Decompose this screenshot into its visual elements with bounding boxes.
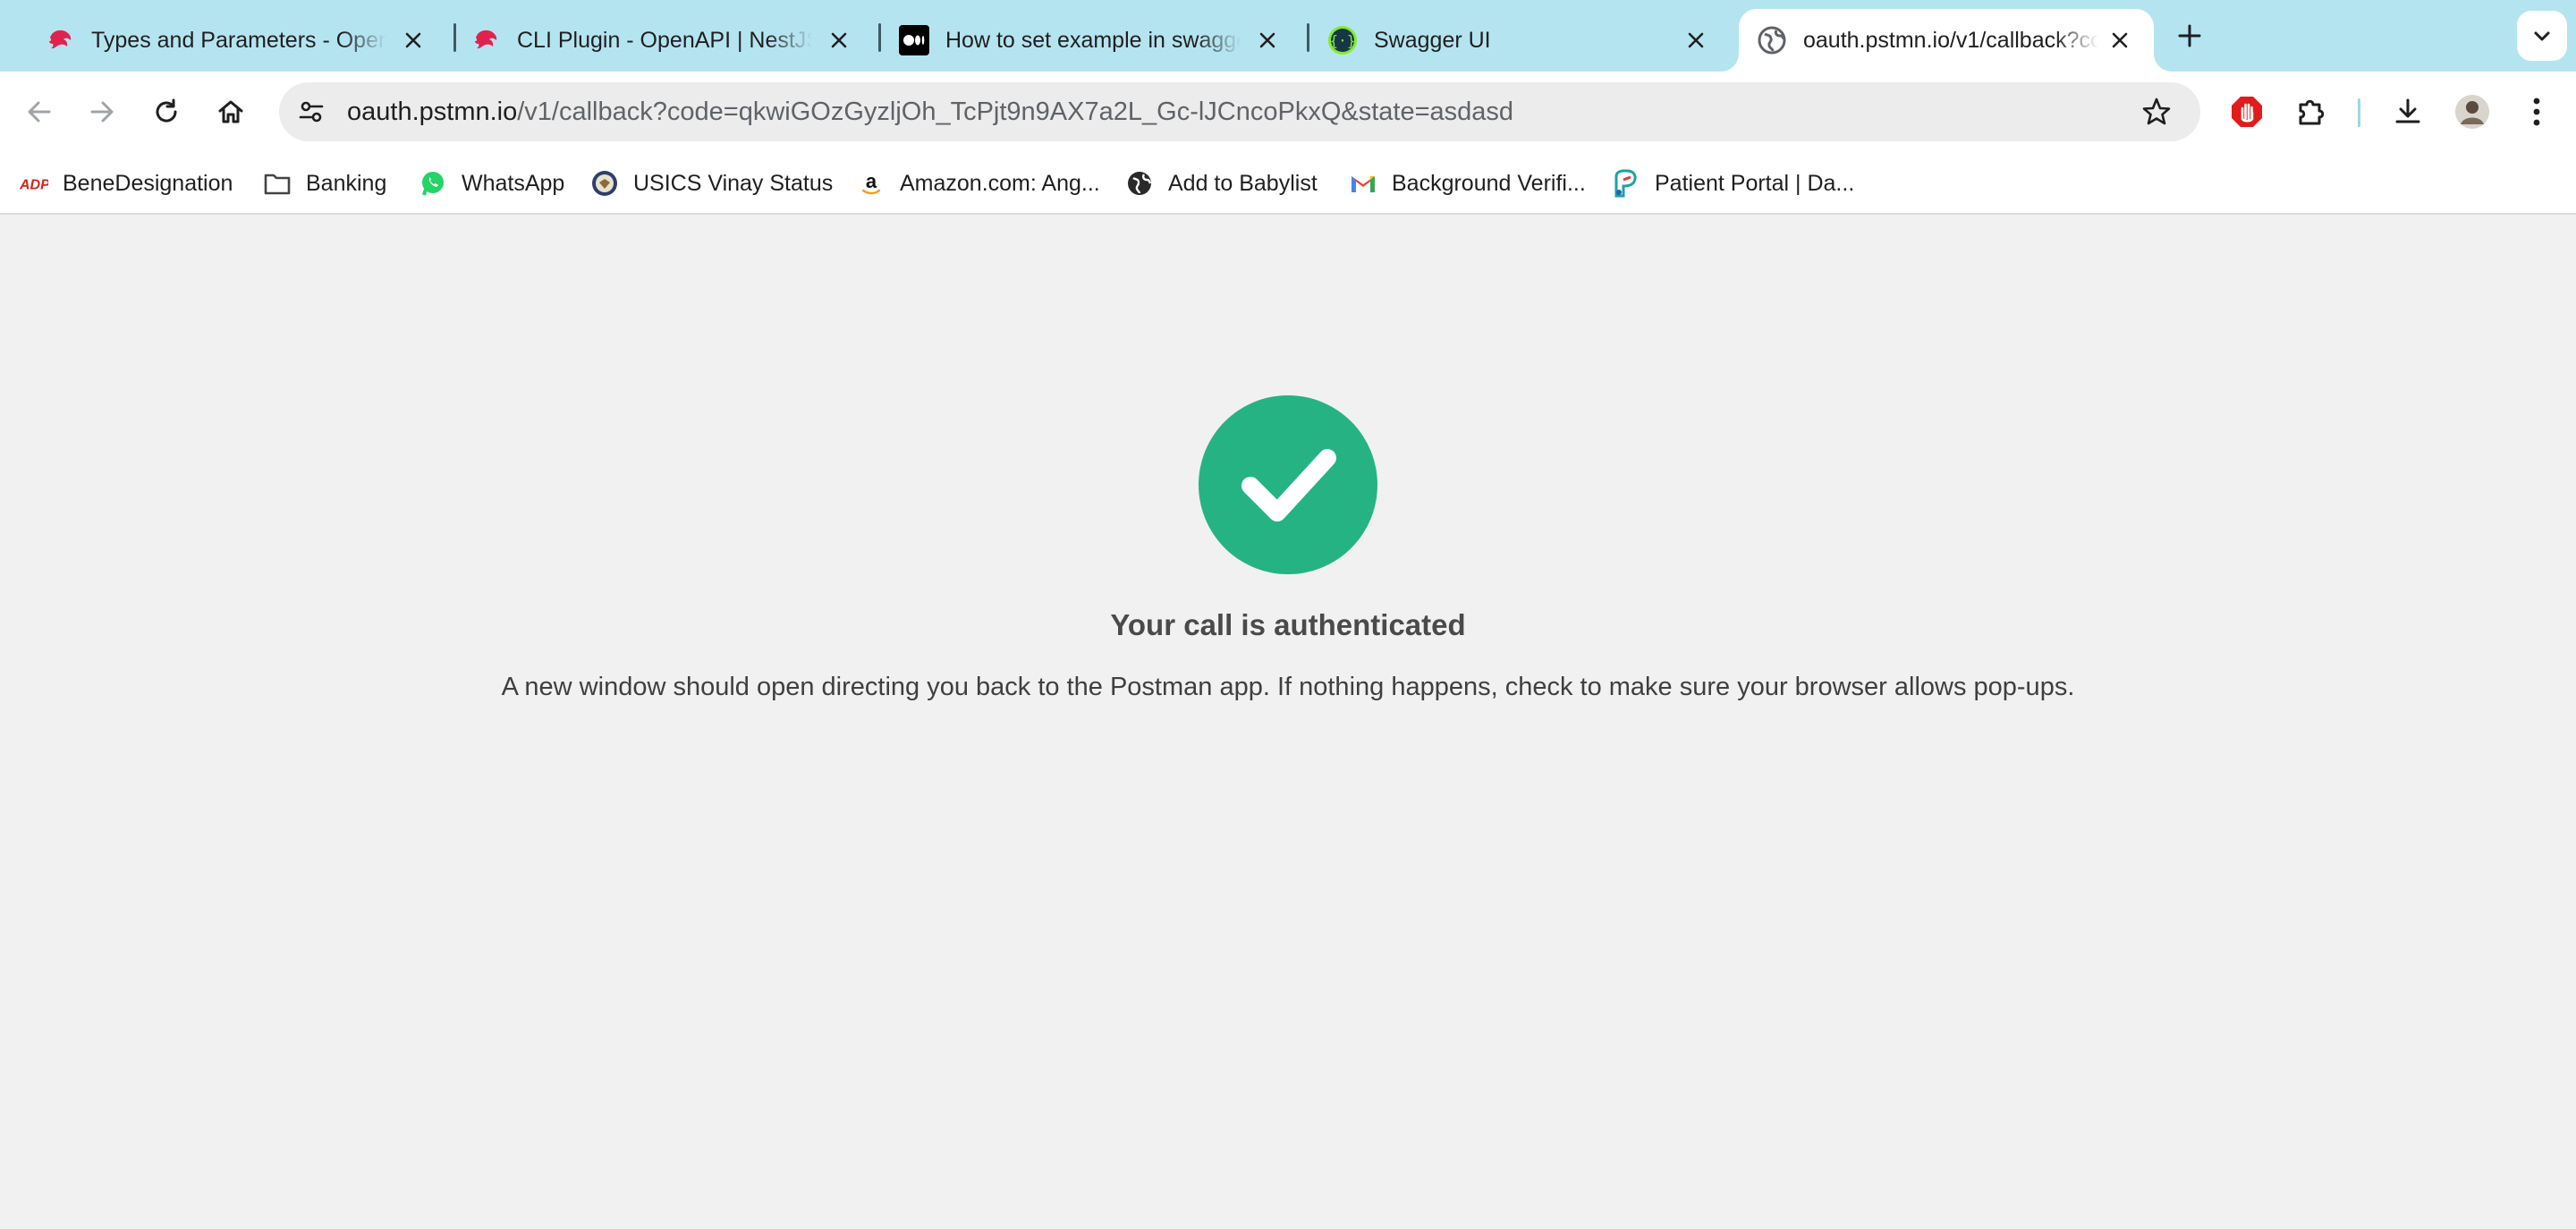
amazon-icon: a — [857, 169, 886, 198]
reload-button[interactable] — [143, 89, 190, 135]
whatsapp-icon — [419, 169, 447, 198]
seal-icon — [590, 169, 619, 198]
extensions-button[interactable] — [2288, 89, 2334, 135]
tab-title: How to set example in swagger — [945, 27, 1241, 53]
tab-swagger-example[interactable]: How to set example in swagger — [881, 9, 1301, 72]
bookmark-label: Banking — [306, 170, 387, 196]
bookmark-label: Patient Portal | Da... — [1655, 170, 1855, 196]
gmail-icon — [1349, 169, 1377, 198]
close-icon[interactable] — [399, 26, 428, 55]
close-icon[interactable] — [825, 26, 853, 55]
bookmark-babylist[interactable]: Add to Babylist — [1125, 167, 1318, 199]
browser-toolbar: oauth.pstmn.io/v1/callback?code=qkwiGOzG… — [0, 72, 2576, 152]
close-icon[interactable] — [1253, 26, 1282, 55]
svg-text:a: a — [866, 170, 877, 192]
reload-icon — [156, 98, 177, 123]
browser-menu-button[interactable] — [2513, 89, 2560, 135]
download-icon — [2395, 98, 2420, 123]
medium-icon — [899, 25, 929, 55]
url-text[interactable]: oauth.pstmn.io/v1/callback?code=qkwiGOzG… — [347, 97, 1513, 127]
nestjs-icon — [45, 25, 75, 55]
home-button[interactable] — [208, 89, 254, 135]
forward-button[interactable] — [79, 89, 125, 135]
bookmark-label: Background Verifi... — [1392, 170, 1586, 196]
tab-title: Types and Parameters - OpenAPI | NestJS — [91, 27, 386, 53]
downloads-button[interactable] — [2385, 89, 2431, 135]
page-title: Your call is authenticated — [1110, 608, 1466, 641]
adblock-extension-button[interactable] — [2224, 89, 2270, 135]
kebab-menu-icon — [2533, 97, 2540, 126]
url-host: oauth.pstmn.io — [347, 97, 518, 126]
tab-strip: Types and Parameters - OpenAPI | NestJS … — [0, 0, 2576, 72]
globe-icon — [1757, 25, 1787, 55]
svg-text:{·}: {·} — [1330, 32, 1356, 49]
puzzle-icon — [2299, 99, 2325, 125]
arrow-left-icon — [28, 101, 51, 123]
adp-icon: ADP — [20, 169, 48, 198]
bookmark-label: Amazon.com: Ang... — [900, 170, 1100, 196]
chevron-down-icon — [2534, 31, 2550, 41]
toolbar-divider — [2358, 98, 2360, 127]
arrow-right-icon — [90, 101, 114, 123]
bookmark-usics-status[interactable]: USICS Vinay Status — [590, 167, 833, 199]
folder-icon — [263, 169, 292, 198]
bookmark-label: USICS Vinay Status — [633, 170, 834, 196]
page-content: Your call is authenticated A new window … — [0, 216, 2576, 1229]
bookmark-label: BeneDesignation — [63, 170, 233, 196]
back-button[interactable] — [16, 89, 63, 135]
close-icon[interactable] — [1682, 26, 1710, 55]
tab-search-button[interactable] — [2517, 11, 2567, 61]
success-check-icon — [1199, 395, 1377, 574]
new-tab-button[interactable] — [2172, 18, 2207, 54]
bookmark-label: WhatsApp — [462, 170, 565, 196]
svg-text:ADP: ADP — [20, 178, 48, 193]
tab-title: CLI Plugin - OpenAPI | NestJS — [517, 27, 812, 53]
plus-icon — [2178, 24, 2201, 47]
home-icon — [218, 100, 243, 123]
bookmark-benedesignation[interactable]: ADP BeneDesignation — [20, 167, 233, 199]
url-path: /v1/callback?code=qkwiGOzGyzljOh_TcPjt9n… — [517, 97, 1514, 126]
tab-title: Swagger UI — [1374, 27, 1491, 53]
bookmark-background-verification[interactable]: Background Verifi... — [1349, 167, 1586, 199]
bookmark-patient-portal[interactable]: Patient Portal | Da... — [1612, 167, 1854, 199]
bookmark-banking[interactable]: Banking — [263, 167, 386, 199]
bookmark-star-icon[interactable] — [2136, 91, 2177, 132]
tab-types-and-parameters[interactable]: Types and Parameters - OpenAPI | NestJS — [27, 9, 447, 72]
tab-swagger-ui[interactable]: {·} Swagger UI — [1309, 9, 1730, 72]
bookmark-whatsapp[interactable]: WhatsApp — [419, 167, 564, 199]
nestjs-icon — [470, 25, 501, 55]
address-bar[interactable]: oauth.pstmn.io/v1/callback?code=qkwiGOzG… — [279, 82, 2200, 141]
tab-oauth-callback[interactable]: oauth.pstmn.io/v1/callback?code — [1739, 9, 2154, 72]
close-icon[interactable] — [2106, 26, 2134, 55]
bookmark-amazon[interactable]: a Amazon.com: Ang... — [857, 167, 1100, 199]
bookmark-label: Add to Babylist — [1168, 170, 1318, 196]
bookmarks-bar: ADP BeneDesignation Banking WhatsApp USI… — [0, 152, 2576, 215]
swagger-icon: {·} — [1327, 25, 1358, 55]
stop-hand-icon — [2232, 97, 2262, 127]
site-info-icon[interactable] — [292, 92, 331, 131]
tab-cli-plugin[interactable]: CLI Plugin - OpenAPI | NestJS — [453, 9, 873, 72]
tab-title: oauth.pstmn.io/v1/callback?code — [1803, 27, 2098, 53]
profile-button[interactable] — [2449, 89, 2496, 135]
portal-icon — [1612, 169, 1640, 198]
avatar — [2455, 95, 2489, 129]
instruction-text: A new window should open directing you b… — [501, 673, 2075, 701]
globe-icon — [1125, 169, 1154, 198]
